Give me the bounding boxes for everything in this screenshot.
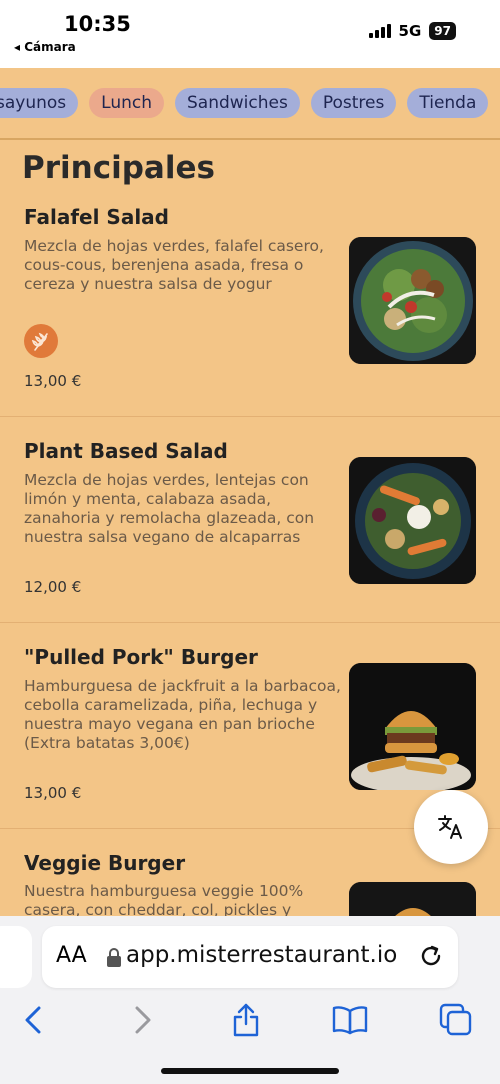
item-name: "Pulled Pork" Burger <box>24 645 258 669</box>
translate-button[interactable] <box>414 790 488 864</box>
status-indicators: 5G 97 <box>368 22 456 40</box>
item-description: Mezcla de hojas verdes, falafel casero, … <box>24 237 324 293</box>
battery-icon: 97 <box>429 22 456 40</box>
forward-button[interactable] <box>122 1000 162 1040</box>
tab-desayunos[interactable]: sayunos <box>0 88 79 118</box>
browser-bottom-bar: AA app.misterrestaurant.io <box>0 916 500 1084</box>
share-icon <box>233 1003 259 1037</box>
falafel-salad-photo <box>349 237 476 364</box>
tab-sandwiches[interactable]: Sandwiches <box>175 88 300 118</box>
pulled-pork-burger-photo <box>349 663 476 790</box>
back-to-camera-link[interactable]: ◂ Cámara <box>14 40 76 54</box>
share-button[interactable] <box>226 1000 266 1040</box>
item-description: Hamburguesa de jackfruit a la barbacoa, … <box>24 677 341 752</box>
item-name: Plant Based Salad <box>24 439 228 463</box>
status-time: 10:35 <box>64 12 131 36</box>
item-price: 13,00 € <box>24 784 82 802</box>
tab-postres[interactable]: Postres <box>310 88 397 118</box>
category-nav: sayunos Lunch Sandwiches Postres Tienda <box>0 68 500 140</box>
section-title: Principales <box>22 150 215 186</box>
chevron-right-icon <box>135 1006 151 1034</box>
item-name: Veggie Burger <box>24 851 186 875</box>
item-price: 13,00 € <box>24 372 82 390</box>
reload-icon[interactable] <box>418 943 444 973</box>
tab-tienda[interactable]: Tienda <box>407 88 489 118</box>
tab-lunch[interactable]: Lunch <box>89 88 164 118</box>
category-track: sayunos Lunch Sandwiches Postres Tienda <box>0 88 489 118</box>
item-name: Falafel Salad <box>24 205 169 229</box>
reader-settings-button[interactable]: AA <box>56 943 87 968</box>
chevron-left-icon <box>25 1006 41 1034</box>
previous-tab-preview[interactable] <box>0 926 32 988</box>
tabs-button[interactable] <box>436 1000 476 1040</box>
back-button[interactable] <box>14 1000 54 1040</box>
item-description: Mezcla de hojas verdes, lentejas con lim… <box>24 471 315 546</box>
home-indicator <box>161 1068 339 1074</box>
tabs-icon <box>439 1003 472 1036</box>
signal-icon <box>368 24 391 38</box>
url-text: app.misterrestaurant.io <box>126 942 398 968</box>
network-label: 5G <box>398 22 422 40</box>
bookmarks-button[interactable] <box>330 1000 370 1040</box>
wheat-icon <box>24 324 58 358</box>
address-bar[interactable]: AA app.misterrestaurant.io <box>42 926 458 988</box>
plant-based-salad-photo <box>349 457 476 584</box>
status-bar: 10:35 ◂ Cámara 5G 97 <box>0 0 500 68</box>
translate-icon <box>438 815 462 839</box>
lock-icon <box>106 948 122 972</box>
divider <box>0 622 500 623</box>
item-description: Nuestra hamburguesa veggie 100% casera, … <box>24 882 304 919</box>
item-price: 12,00 € <box>24 578 82 596</box>
divider <box>0 416 500 417</box>
book-icon <box>332 1006 368 1035</box>
